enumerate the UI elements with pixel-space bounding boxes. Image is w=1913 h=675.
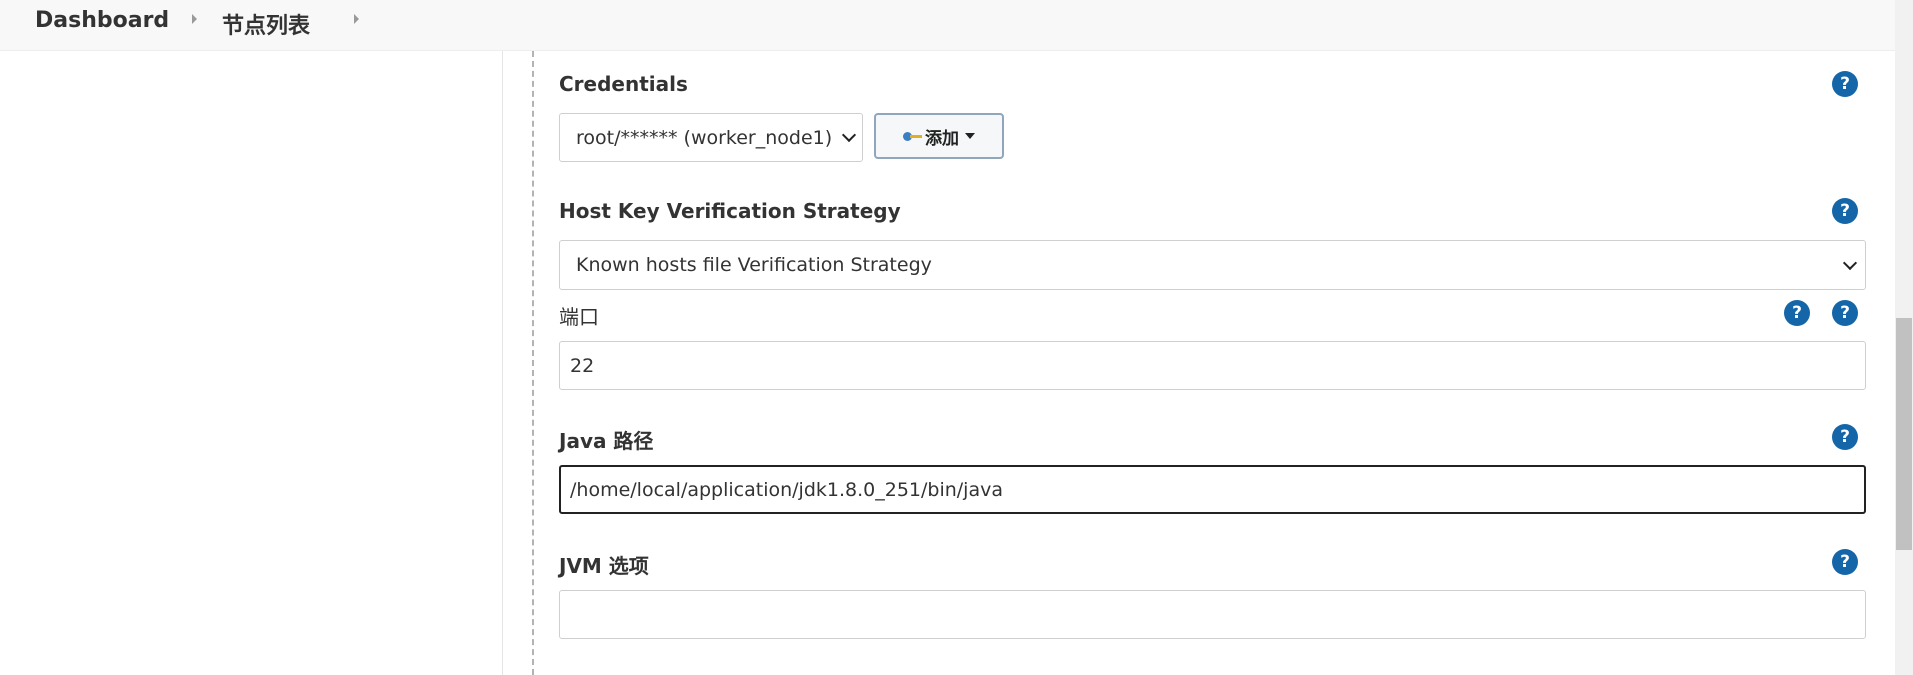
host-key-strategy-selected-value: Known hosts file Verification Strategy <box>576 254 932 276</box>
java-path-value: /home/local/application/jdk1.8.0_251/bin… <box>570 478 1003 501</box>
breadcrumb-node-list-link[interactable]: 节点列表 <box>222 8 310 40</box>
side-panel-divider <box>502 51 503 675</box>
add-credentials-label: 添加 <box>925 128 959 149</box>
help-icon[interactable]: ? <box>1832 300 1858 326</box>
host-key-strategy-select[interactable]: Known hosts file Verification Strategy <box>559 240 1866 290</box>
chevron-right-icon[interactable] <box>354 14 359 24</box>
breadcrumb: Dashboard 节点列表 <box>0 0 1895 51</box>
section-dashed-divider <box>532 51 534 675</box>
credentials-label: Credentials <box>559 72 688 96</box>
help-icon[interactable]: ? <box>1832 549 1858 575</box>
scrollbar-thumb[interactable] <box>1896 318 1912 550</box>
add-credentials-button[interactable]: 添加 <box>874 113 1004 159</box>
vertical-scrollbar[interactable] <box>1895 0 1913 675</box>
host-key-strategy-label: Host Key Verification Strategy <box>559 199 901 223</box>
page: Dashboard 节点列表 Credentials ? root/******… <box>0 0 1913 675</box>
help-icon[interactable]: ? <box>1784 300 1810 326</box>
chevron-right-icon[interactable] <box>192 14 197 24</box>
help-icon[interactable]: ? <box>1832 198 1858 224</box>
chevron-down-icon <box>841 127 857 143</box>
help-icon[interactable]: ? <box>1832 424 1858 450</box>
port-input[interactable]: 22 <box>559 341 1866 390</box>
help-icon[interactable]: ? <box>1832 71 1858 97</box>
key-icon <box>903 130 923 142</box>
chevron-down-icon <box>1842 255 1858 271</box>
jvm-options-label: JVM 选项 <box>559 554 649 578</box>
java-path-input[interactable]: /home/local/application/jdk1.8.0_251/bin… <box>559 465 1866 514</box>
credentials-select[interactable]: root/****** (worker_node1) <box>559 113 863 162</box>
port-value: 22 <box>570 354 595 377</box>
caret-down-icon <box>965 133 975 139</box>
jvm-options-input[interactable] <box>559 590 1866 639</box>
credentials-selected-value: root/****** (worker_node1) <box>576 126 833 149</box>
java-path-label: Java 路径 <box>559 429 654 453</box>
port-label: 端口 <box>559 305 599 329</box>
breadcrumb-dashboard-link[interactable]: Dashboard <box>35 8 169 33</box>
